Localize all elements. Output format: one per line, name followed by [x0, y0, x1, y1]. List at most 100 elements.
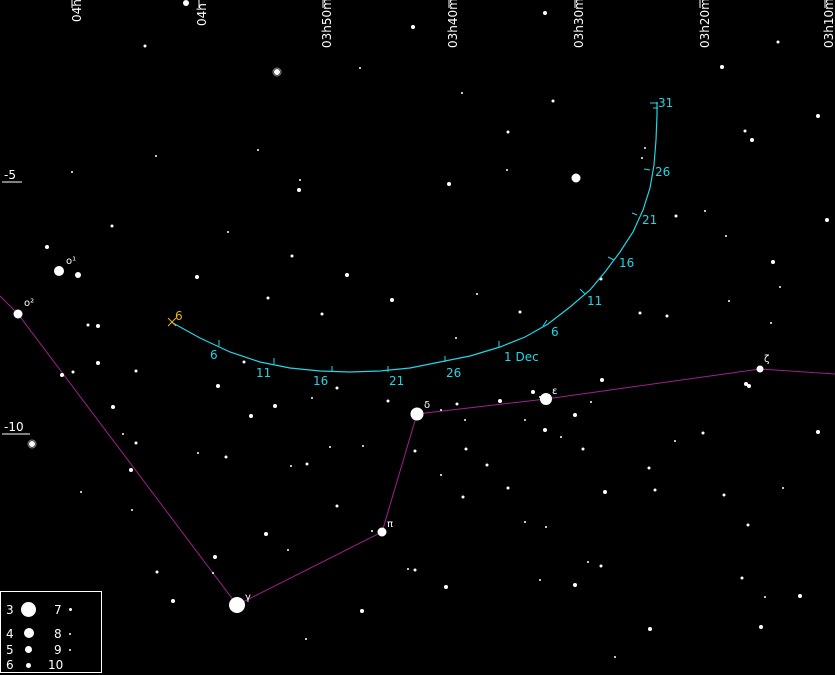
star: [506, 486, 510, 490]
track-date-label: 21: [642, 213, 658, 227]
ra-label: 04h10m: [70, 0, 84, 22]
track-date-label: 6: [210, 348, 218, 362]
star-name-zeta: ζ: [764, 354, 770, 365]
star: [648, 627, 652, 631]
star: [647, 466, 651, 470]
star: [461, 495, 465, 499]
legend-dot-9: [69, 649, 71, 651]
star: [722, 493, 726, 497]
legend-dot-7: [69, 608, 72, 611]
star: [614, 656, 616, 658]
star: [359, 67, 361, 69]
star: [816, 430, 820, 434]
star: [134, 441, 138, 445]
legend-mag-3: 3: [6, 603, 14, 617]
star: [725, 235, 727, 237]
star: [360, 609, 364, 613]
star: [111, 405, 115, 409]
track-date-label: 16: [313, 374, 329, 388]
star: [110, 224, 114, 228]
track-date-label: 6: [551, 325, 559, 339]
star: [464, 447, 468, 451]
ra-label: 03h10m: [822, 0, 835, 48]
star: [390, 298, 394, 302]
legend-dot-8: [69, 633, 71, 635]
legend-mag-5: 5: [6, 643, 14, 657]
star: [798, 594, 802, 598]
magnitude-legend: 3 4 5 6 7 8 9 10: [0, 591, 102, 673]
star: [407, 568, 409, 570]
star: [573, 413, 577, 417]
track-date-label: 11: [256, 366, 272, 380]
legend-mag-7: 7: [54, 603, 62, 617]
star: [447, 182, 451, 186]
star: [704, 210, 706, 212]
track-date-label: 26: [446, 366, 462, 380]
star: [216, 384, 220, 388]
star: [377, 527, 387, 537]
star: [599, 564, 603, 568]
star: [305, 462, 309, 466]
ra-label: 03h20m: [698, 0, 712, 48]
star: [653, 488, 657, 492]
star: [498, 399, 502, 403]
star: [485, 463, 489, 467]
star: [740, 576, 744, 580]
star: [728, 300, 730, 302]
star-name-gamma: γ: [245, 592, 251, 603]
star: [297, 188, 301, 192]
star: [641, 157, 643, 159]
legend-dot-4: [24, 628, 34, 638]
star: [701, 431, 705, 435]
star: [371, 530, 373, 532]
star: [665, 314, 669, 318]
constellation-line: [0, 295, 835, 606]
star: [506, 169, 508, 171]
star: [410, 407, 424, 421]
star: [273, 404, 277, 408]
star: [131, 509, 133, 511]
star: [638, 311, 642, 315]
track-date-label: 26: [655, 165, 671, 179]
star-name-pi: π: [387, 519, 394, 530]
star: [770, 322, 772, 324]
legend-mag-9: 9: [54, 643, 62, 657]
star: [197, 452, 199, 454]
star: [782, 487, 784, 489]
star-name-delta: δ: [424, 400, 431, 411]
ra-tick-marks: [2, 0, 826, 435]
star-name-epsilon: ε: [552, 386, 558, 397]
star: [720, 65, 724, 69]
star: [413, 568, 417, 572]
star: [345, 273, 349, 277]
star: [29, 441, 35, 447]
star: [440, 409, 442, 411]
star: [129, 468, 133, 472]
star: [518, 310, 522, 314]
star: [290, 254, 294, 258]
star: [171, 599, 175, 603]
star: [750, 138, 754, 142]
star-name-omicron1: ο¹: [66, 256, 77, 267]
star: [816, 114, 820, 118]
star: [464, 419, 466, 421]
star: [80, 491, 82, 493]
star: [600, 378, 604, 382]
star: [143, 44, 147, 48]
star: [75, 272, 81, 278]
ra-label: 03h50m: [320, 0, 334, 48]
star: [674, 440, 676, 442]
star: [45, 245, 49, 249]
star: [759, 625, 763, 629]
legend-mag-6: 6: [6, 658, 14, 672]
star: [524, 419, 526, 421]
star: [825, 218, 829, 222]
track-path: [170, 102, 658, 373]
star: [362, 445, 364, 447]
star: [329, 446, 331, 448]
star: [212, 572, 214, 574]
legend-mag-4: 4: [6, 627, 14, 641]
star: [543, 11, 547, 15]
star: [455, 337, 457, 339]
star: [305, 638, 307, 640]
